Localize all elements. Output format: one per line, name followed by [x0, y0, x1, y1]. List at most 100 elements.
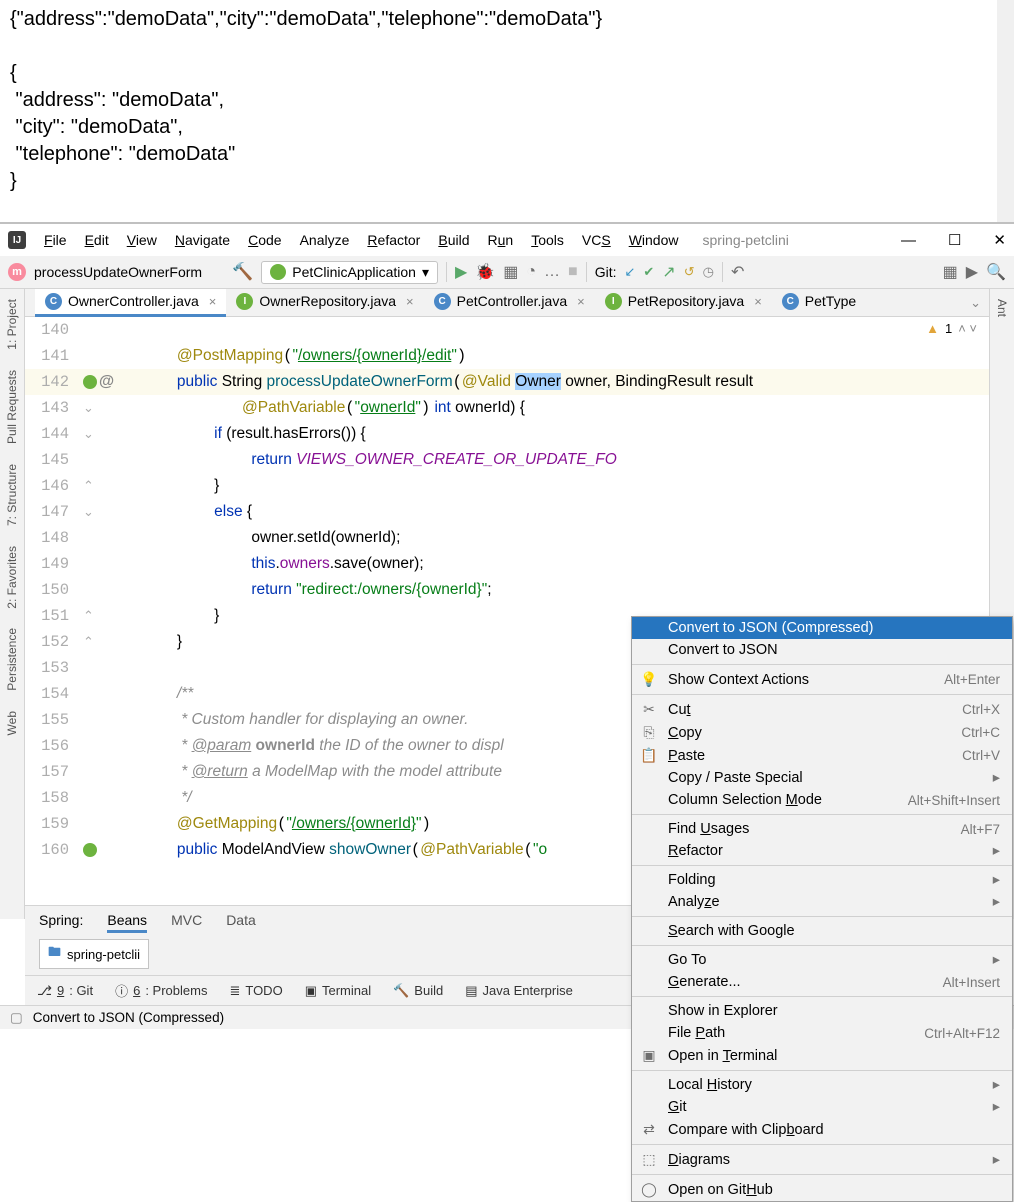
- ctx-item[interactable]: 💡Show Context ActionsAlt+Enter: [632, 668, 1012, 691]
- ide-scripting-button[interactable]: ▶: [966, 262, 978, 282]
- ctx-item[interactable]: ✂CutCtrl+X: [632, 698, 1012, 721]
- maximize-button[interactable]: ☐: [948, 231, 961, 249]
- problems-tool[interactable]: ⓘ6: Problems: [115, 981, 207, 1000]
- ctx-item[interactable]: Show in Explorer: [632, 1000, 1012, 1022]
- menu-run[interactable]: Run: [487, 232, 513, 248]
- coverage-button[interactable]: ▦: [503, 262, 518, 282]
- menu-refactor[interactable]: Refactor: [367, 232, 420, 248]
- class-icon: C: [434, 293, 451, 310]
- ctx-item[interactable]: ▣Open in Terminal: [632, 1044, 1012, 1067]
- gutter-nav-icon[interactable]: [83, 843, 97, 857]
- stop-button[interactable]: ■: [568, 263, 578, 281]
- tab-pet-repository[interactable]: IPetRepository.java×: [595, 289, 772, 317]
- menu-code[interactable]: Code: [248, 232, 281, 248]
- close-icon[interactable]: ×: [577, 294, 585, 309]
- menu-view[interactable]: View: [127, 232, 157, 248]
- ctx-item[interactable]: File PathCtrl+Alt+F12: [632, 1022, 1012, 1044]
- ctx-label: Analyze: [668, 894, 983, 910]
- build-button[interactable]: 🔨: [232, 262, 253, 282]
- ctx-icon: ✂: [640, 701, 658, 718]
- ctx-item[interactable]: Refactor ▸: [632, 840, 1012, 862]
- ctx-item[interactable]: ◯Open on GitHub: [632, 1178, 1012, 1201]
- tab-pet-controller[interactable]: CPetController.java×: [424, 289, 595, 317]
- build-tool[interactable]: 🔨Build: [393, 983, 443, 999]
- editor-tabs: COwnerController.java× IOwnerRepository.…: [25, 289, 989, 317]
- ctx-item[interactable]: Go To▸: [632, 949, 1012, 971]
- spring-tab-data[interactable]: Data: [226, 912, 256, 933]
- status-icon[interactable]: ▢: [10, 1010, 23, 1026]
- spring-project-chip[interactable]: 🖿spring-petclii: [39, 939, 149, 969]
- back-button[interactable]: ↶: [731, 262, 744, 282]
- ctx-item[interactable]: Search with Google: [632, 920, 1012, 942]
- menu-file[interactable]: File: [44, 232, 67, 248]
- ctx-item[interactable]: Analyze▸: [632, 891, 1012, 913]
- run-button[interactable]: ▶: [455, 262, 467, 282]
- ctx-item[interactable]: Folding▸: [632, 869, 1012, 891]
- main-toolbar: m processUpdateOwnerForm 🔨 PetClinicAppl…: [0, 256, 1014, 289]
- persistence-tool[interactable]: Persistence: [2, 618, 22, 701]
- ctx-item[interactable]: ⎘CopyCtrl+C: [632, 721, 1012, 744]
- tab-pet-type[interactable]: CPetType: [772, 289, 866, 317]
- tab-owner-repository[interactable]: IOwnerRepository.java×: [226, 289, 423, 317]
- ctx-item[interactable]: Copy / Paste Special▸: [632, 767, 1012, 789]
- ctx-item[interactable]: ⇄Compare with Clipboard: [632, 1118, 1012, 1141]
- minimize-button[interactable]: —: [901, 232, 916, 249]
- git-update-button[interactable]: ↙: [624, 264, 635, 280]
- scrollbar[interactable]: [997, 0, 1014, 222]
- project-structure-button[interactable]: ▦: [943, 262, 958, 282]
- context-menu: Convert to JSON (Compressed)Convert to J…: [631, 616, 1013, 1202]
- search-everywhere-button[interactable]: 🔍: [986, 262, 1006, 282]
- debug-button[interactable]: 🐞: [475, 262, 495, 282]
- git-commit-button[interactable]: ✔: [643, 264, 654, 280]
- ctx-item[interactable]: Find UsagesAlt+F7: [632, 818, 1012, 840]
- spring-tab-beans[interactable]: Beans: [107, 912, 147, 933]
- terminal-tool[interactable]: ▣Terminal: [305, 983, 371, 999]
- ctx-label: Local History: [668, 1077, 983, 1093]
- run-config-selector[interactable]: PetClinicApplication ▾: [261, 261, 438, 284]
- project-tool[interactable]: 1: Project: [2, 289, 22, 360]
- git-history-button[interactable]: ↺: [684, 264, 695, 280]
- ctx-item[interactable]: Column Selection ModeAlt+Shift+Insert: [632, 789, 1012, 811]
- tabs-dropdown-icon[interactable]: ⌄: [962, 295, 989, 311]
- ctx-item[interactable]: Local History▸: [632, 1074, 1012, 1096]
- ctx-label: Refactor: [668, 843, 983, 859]
- ctx-item[interactable]: 📋PasteCtrl+V: [632, 744, 1012, 767]
- ctx-item[interactable]: ⬚Diagrams▸: [632, 1148, 1012, 1171]
- close-icon[interactable]: ×: [406, 294, 414, 309]
- submenu-arrow-icon: ▸: [993, 843, 1000, 859]
- ctx-item[interactable]: Convert to JSON: [632, 639, 1012, 661]
- git-log-button[interactable]: ◷: [703, 264, 714, 280]
- pull-requests-tool[interactable]: Pull Requests: [2, 360, 22, 454]
- ctx-label: Find Usages: [668, 821, 951, 837]
- git-push-button[interactable]: ↗: [662, 262, 675, 282]
- inspection-badge[interactable]: ▲1 ˄ ˅: [926, 321, 977, 336]
- menu-vcs[interactable]: VCS: [582, 232, 611, 248]
- menu-tools[interactable]: Tools: [531, 232, 564, 248]
- close-button[interactable]: ✕: [993, 231, 1006, 249]
- todo-tool[interactable]: ≣TODO: [229, 983, 282, 999]
- menu-build[interactable]: Build: [438, 232, 469, 248]
- favorites-tool[interactable]: 2: Favorites: [2, 536, 22, 619]
- git-tool[interactable]: ⎇9: Git: [37, 983, 93, 999]
- jee-tool[interactable]: ▤Java Enterprise: [465, 983, 573, 999]
- project-name: spring-petclini: [703, 232, 789, 248]
- close-icon[interactable]: ×: [209, 294, 217, 309]
- spring-tab-mvc[interactable]: MVC: [171, 912, 202, 933]
- menu-analyze[interactable]: Analyze: [300, 232, 350, 248]
- fold-icon[interactable]: ⌄: [83, 400, 94, 416]
- ctx-item[interactable]: Git▸: [632, 1096, 1012, 1118]
- tab-owner-controller[interactable]: COwnerController.java×: [35, 289, 226, 317]
- menu-window[interactable]: Window: [629, 232, 679, 248]
- attach-button[interactable]: …: [544, 263, 560, 281]
- structure-tool[interactable]: 7: Structure: [2, 454, 22, 536]
- web-tool[interactable]: Web: [2, 701, 22, 745]
- ctx-item[interactable]: Generate...Alt+Insert: [632, 971, 1012, 993]
- ctx-item[interactable]: Convert to JSON (Compressed): [632, 617, 1012, 639]
- breadcrumb[interactable]: processUpdateOwnerForm: [34, 264, 202, 280]
- menu-edit[interactable]: Edit: [85, 232, 109, 248]
- menu-navigate[interactable]: Navigate: [175, 232, 230, 248]
- gutter-nav-icon[interactable]: [83, 375, 97, 389]
- profile-button[interactable]: ◔: [526, 263, 536, 281]
- ctx-label: Open in Terminal: [668, 1048, 1000, 1064]
- close-icon[interactable]: ×: [754, 294, 762, 309]
